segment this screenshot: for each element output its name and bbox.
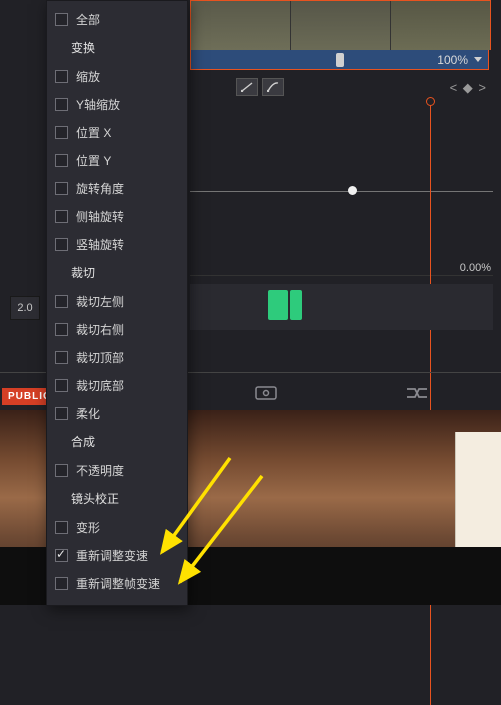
menu-item[interactable]: 侧轴旋转 <box>47 202 187 230</box>
keyframe-point[interactable] <box>348 186 357 195</box>
linear-curve-button[interactable] <box>236 78 258 96</box>
checkbox-icon[interactable] <box>55 154 68 167</box>
menu-item-label: 裁切右侧 <box>76 321 124 338</box>
checkbox-icon[interactable] <box>55 379 68 392</box>
curve-mode-buttons <box>236 78 284 96</box>
menu-item[interactable]: 裁切右侧 <box>47 315 187 343</box>
thumbnail[interactable] <box>391 1 490 50</box>
menu-header: 合成 <box>47 427 187 456</box>
menu-item[interactable]: Y轴缩放 <box>47 90 187 118</box>
checkbox-icon[interactable] <box>55 295 68 308</box>
menu-item-label: 位置 Y <box>76 152 111 169</box>
viewer-icon-1[interactable] <box>254 385 278 404</box>
checkbox-icon[interactable] <box>55 577 68 590</box>
checkbox-icon[interactable] <box>55 464 68 477</box>
menu-item[interactable]: 重新调整帧变速 <box>47 569 187 597</box>
menu-item-label: 变形 <box>76 519 100 536</box>
checkbox-icon[interactable] <box>55 126 68 139</box>
checkbox-icon[interactable] <box>55 70 68 83</box>
thumbnail-strip <box>190 0 491 50</box>
menu-item-label: 裁切左侧 <box>76 293 124 310</box>
menu-item-label: 竖轴旋转 <box>76 236 124 253</box>
checkbox-icon[interactable] <box>55 13 68 26</box>
thumbnail[interactable] <box>291 1 390 50</box>
bezier-curve-button[interactable] <box>262 78 284 96</box>
menu-header: 镜头校正 <box>47 484 187 513</box>
menu-item[interactable]: 重新调整变速 <box>47 541 187 569</box>
zoom-slider[interactable]: 100% <box>190 50 489 70</box>
curve-baseline <box>190 191 493 192</box>
menu-item-label: 裁切顶部 <box>76 349 124 366</box>
curve-min-value: 0.00% <box>460 262 491 274</box>
parameter-menu[interactable]: 全部变换缩放 Y轴缩放位置 X 位置 Y 旋转角度侧轴旋转竖轴旋转裁切裁切左侧裁切右侧… <box>46 0 188 606</box>
viewer-mode-icons <box>190 380 493 408</box>
menu-item-label: 侧轴旋转 <box>76 208 124 225</box>
menu-item-label: 旋转角度 <box>76 180 124 197</box>
menu-header: 裁切 <box>47 258 187 287</box>
viewer-icon-2[interactable] <box>405 385 429 404</box>
keyframe-nav[interactable]: < ◆ > <box>450 80 487 96</box>
checkbox-icon[interactable] <box>55 182 68 195</box>
checkbox-icon[interactable] <box>55 98 68 111</box>
clip-segment[interactable] <box>290 290 302 320</box>
menu-item[interactable]: 裁切左侧 <box>47 287 187 315</box>
menu-item[interactable]: 裁切底部 <box>47 371 187 399</box>
menu-item[interactable]: 位置 X <box>47 118 187 146</box>
checkbox-icon[interactable] <box>55 351 68 364</box>
speed-label: 2.0 <box>10 296 40 320</box>
zoom-value: 100% <box>437 53 468 67</box>
menu-header: 变换 <box>47 33 187 62</box>
menu-item-label: 裁切底部 <box>76 377 124 394</box>
menu-item-label: 柔化 <box>76 405 100 422</box>
menu-item-label: 重新调整帧变速 <box>76 575 160 592</box>
menu-item-label: 全部 <box>76 11 100 28</box>
menu-item[interactable]: 裁切顶部 <box>47 343 187 371</box>
slider-knob[interactable] <box>336 53 344 67</box>
clip-segment[interactable] <box>268 290 288 320</box>
menu-item[interactable]: 位置 Y <box>47 146 187 174</box>
menu-item[interactable]: 旋转角度 <box>47 174 187 202</box>
checkbox-icon[interactable] <box>55 210 68 223</box>
menu-item[interactable]: 缩放 <box>47 62 187 90</box>
checkbox-icon[interactable] <box>55 521 68 534</box>
timeline-track[interactable] <box>190 284 493 330</box>
menu-item-label: 缩放 <box>76 68 100 85</box>
checkbox-icon[interactable] <box>55 238 68 251</box>
menu-item-label: 重新调整变速 <box>76 547 148 564</box>
curve-editor[interactable] <box>190 100 493 276</box>
menu-item-label: Y轴缩放 <box>76 96 120 113</box>
menu-item[interactable]: 竖轴旋转 <box>47 230 187 258</box>
menu-item[interactable]: 柔化 <box>47 399 187 427</box>
menu-item-label: 不透明度 <box>76 462 124 479</box>
checkbox-icon[interactable] <box>55 323 68 336</box>
checkbox-icon[interactable] <box>55 407 68 420</box>
chevron-down-icon[interactable] <box>474 57 482 62</box>
menu-item[interactable]: 变形 <box>47 513 187 541</box>
menu-item[interactable]: 全部 <box>47 5 187 33</box>
menu-item[interactable]: 不透明度 <box>47 456 187 484</box>
thumbnail[interactable] <box>191 1 290 50</box>
checkbox-icon[interactable] <box>55 549 68 562</box>
menu-item-label: 位置 X <box>76 124 111 141</box>
playhead-handle[interactable] <box>426 97 435 106</box>
